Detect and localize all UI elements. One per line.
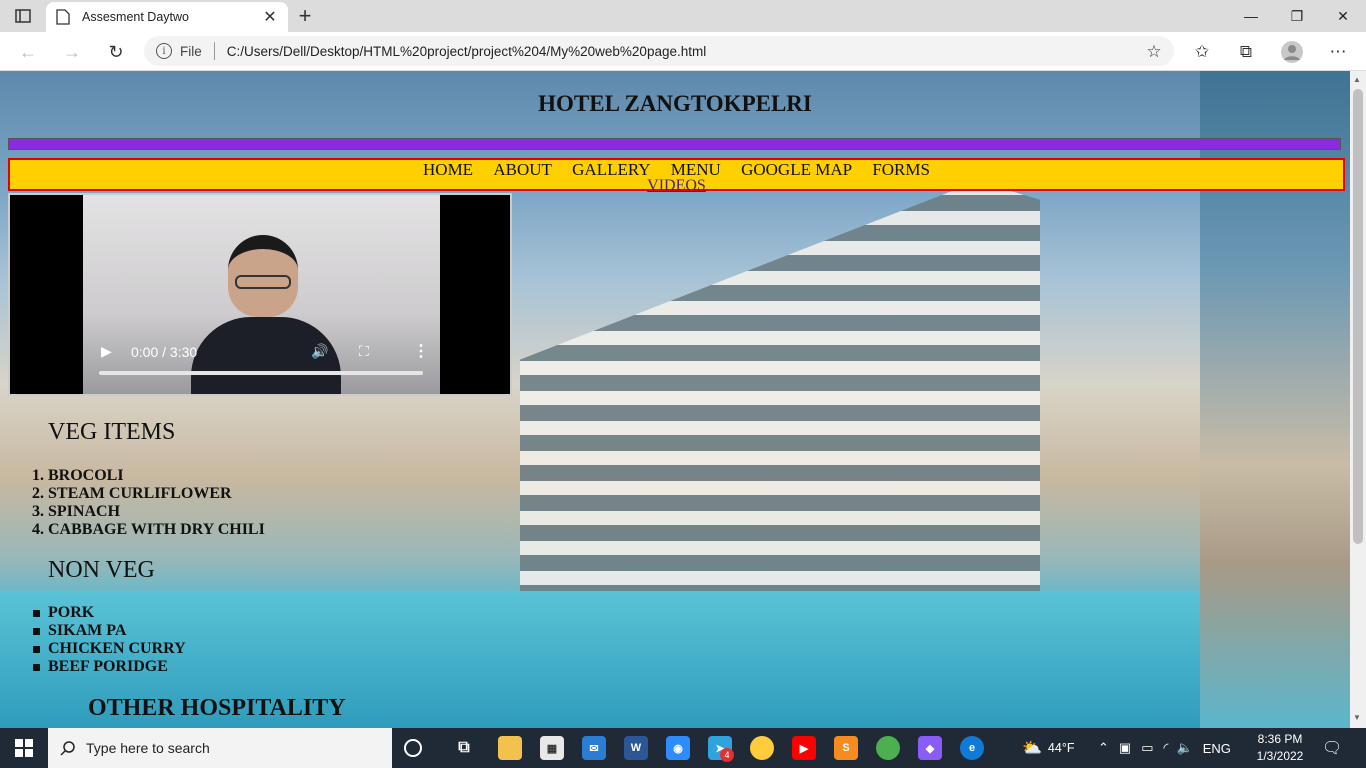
nav-home[interactable]: HOME [423,160,473,179]
browser-tab[interactable]: Assesment Daytwo ✕ [46,2,288,32]
forward-icon[interactable]: → [58,39,86,65]
word-icon[interactable]: W [624,736,648,760]
edge-icon[interactable]: e [960,736,984,760]
veg-list: 1.BROCOLI 2.STEAM CURLIFLOWER 3.SPINACH … [32,467,265,539]
battery-icon[interactable]: ▭ [1141,740,1153,756]
nav-videos[interactable]: VIDEOS [10,178,1343,194]
clock-time: 8:36 PM [1257,732,1303,746]
zoom-icon[interactable]: ◉ [666,736,690,760]
notifications-icon[interactable]: 🗨 [1322,728,1342,768]
video-progress-bar[interactable] [99,371,423,375]
url-field[interactable]: i File C:/Users/Dell/Desktop/HTML%20proj… [144,36,1174,66]
back-icon[interactable]: ← [14,39,42,65]
cortana-icon[interactable] [404,739,422,757]
weather-icon: ⛅ [1022,740,1042,757]
profile-avatar[interactable] [1278,39,1306,65]
minimize-icon[interactable]: — [1228,0,1274,32]
windows-start-icon[interactable] [0,728,48,768]
fullscreen-icon[interactable]: ⛶ [359,343,369,360]
volume-tray-icon[interactable]: 🔈 [1177,740,1193,756]
sublime-icon[interactable]: S [834,736,858,760]
decorative-bar [8,138,1341,150]
other-hospitality-heading: OTHER HOSPITALITY [88,695,346,721]
close-window-icon[interactable]: ✕ [1320,0,1366,32]
weather-temp: 44°F [1047,741,1075,755]
mail-icon[interactable]: ✉ [582,736,606,760]
store-icon[interactable]: ▦ [540,736,564,760]
non-veg-heading: NON VEG [48,557,155,583]
list-item: BEEF PORIDGE [33,658,186,676]
tab-title: Assesment Daytwo [82,10,189,24]
weather-widget[interactable]: ⛅ 44°F [1022,728,1074,768]
chrome-profile-icon[interactable] [876,736,900,760]
refresh-icon[interactable]: ↻ [102,39,130,65]
scroll-thumb[interactable] [1353,89,1363,544]
restore-icon[interactable]: ❐ [1274,0,1320,32]
add-favorite-icon[interactable]: ☆ [1140,39,1168,65]
notification-badge: 4 [720,748,734,762]
list-item: 2.STEAM CURLIFLOWER [32,485,265,503]
page-title: HOTEL ZANGTOKPELRI [538,91,812,116]
device-icon[interactable]: ▣ [1119,740,1131,756]
list-item: 1.BROCOLI [32,467,265,485]
video-player[interactable]: ▶ 0:00 / 3:30 🔊 ⛶ ⋮ [8,193,512,396]
non-veg-list: PORK SIKAM PA CHICKEN CURRY BEEF PORIDGE [33,604,186,676]
video-controls: ▶ 0:00 / 3:30 🔊 ⛶ ⋮ [83,335,440,394]
page-icon [56,9,70,25]
page-scrollbar[interactable]: ▲ ▼ [1350,71,1366,728]
list-item: 3.SPINACH [32,503,265,521]
search-placeholder: Type here to search [86,740,210,756]
list-item: SIKAM PA [33,622,186,640]
veg-heading: VEG ITEMS [48,419,176,445]
nav-forms[interactable]: FORMS [872,160,930,179]
info-icon[interactable]: i [156,43,172,59]
new-tab-icon[interactable]: + [292,3,318,28]
video-more-icon[interactable]: ⋮ [413,341,429,361]
nav-google-map[interactable]: GOOGLE MAP [741,160,852,179]
address-bar: ← → ↻ i File C:/Users/Dell/Desktop/HTML%… [0,32,1366,71]
volume-icon[interactable]: 🔊 [311,343,328,360]
tab-bar: Assesment Daytwo ✕ + — ❐ ✕ [0,0,1366,32]
scroll-up-icon[interactable]: ▲ [1353,75,1361,84]
scroll-down-icon[interactable]: ▼ [1353,713,1361,722]
taskbar-search[interactable]: Type here to search [48,728,392,768]
nav-gallery[interactable]: GALLERY [572,160,650,179]
play-icon[interactable]: ▶ [101,343,115,359]
collections-icon[interactable]: ⧉ [1232,39,1260,65]
list-item: 4.CABBAGE WITH DRY CHILI [32,521,265,539]
more-menu-icon[interactable]: ⋯ [1324,39,1352,65]
taskbar: Type here to search ⧉ ▦ ✉ W ◉ ➤ 4 ▶ S ◆ … [0,728,1366,768]
site-navbar: HOME ABOUT GALLERY MENU GOOGLE MAP FORMS… [8,158,1345,194]
list-item: PORK [33,604,186,622]
page-viewport: HOTEL ZANGTOKPELRI HOME ABOUT GALLERY ME… [0,71,1350,728]
divider [213,42,215,60]
language-indicator[interactable]: ENG [1203,741,1231,756]
video-time: 0:00 / 3:30 [131,344,198,360]
file-explorer-icon[interactable] [498,736,522,760]
system-tray-icons[interactable]: ⌃ ▣ ▭ ◜ 🔈 ENG [1098,728,1231,768]
tab-actions-icon[interactable] [10,6,36,26]
list-item: CHICKEN CURRY [33,640,186,658]
nav-about[interactable]: ABOUT [493,160,552,179]
file-label: File [180,43,202,59]
clock-date: 1/3/2022 [1256,749,1304,763]
git-icon[interactable]: ◆ [918,736,942,760]
chrome-icon[interactable] [750,736,774,760]
favorites-icon[interactable]: ✩ [1188,39,1216,65]
url-text[interactable]: C:/Users/Dell/Desktop/HTML%20project/pro… [227,44,1162,59]
wifi-icon[interactable]: ◜ [1164,740,1169,756]
task-view-icon[interactable]: ⧉ [452,736,476,760]
chevron-up-icon[interactable]: ⌃ [1098,740,1109,756]
clock[interactable]: 8:36 PM 1/3/2022 [1250,731,1310,765]
close-tab-icon[interactable]: ✕ [262,9,278,26]
search-icon [60,741,75,756]
hotel-building-image [520,181,1040,651]
youtube-icon[interactable]: ▶ [792,736,816,760]
